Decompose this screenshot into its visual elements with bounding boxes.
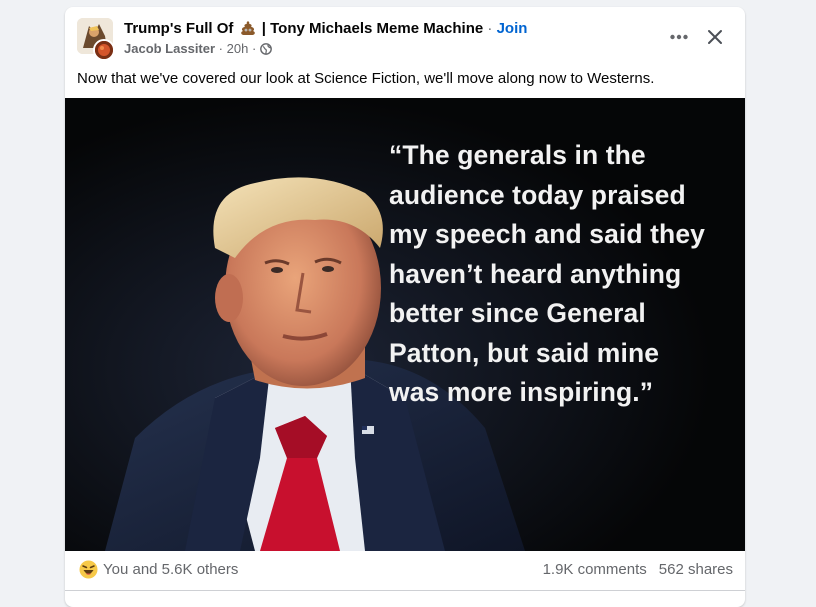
- close-button[interactable]: [701, 23, 729, 51]
- meta-separator: ·: [218, 41, 224, 56]
- post-meta: Jacob Lassiter · 20h ·: [124, 41, 272, 57]
- quote-line: Patton, but said mine: [389, 337, 660, 368]
- comments-count[interactable]: 1.9K comments: [543, 561, 647, 578]
- more-horizontal-icon: [670, 34, 688, 40]
- title-separator: ·: [487, 20, 493, 37]
- user-avatar[interactable]: [93, 39, 115, 61]
- quote-line: “The generals in the: [389, 140, 646, 170]
- quote-line: haven’t heard anything: [389, 258, 682, 289]
- post-message: Now that we've covered our look at Scien…: [77, 70, 655, 87]
- reactions-summary[interactable]: You and 5.6K others: [103, 561, 238, 578]
- group-name-link[interactable]: Trump's Full Of: [124, 20, 233, 37]
- meta-separator-2: ·: [251, 41, 257, 56]
- group-name-suffix[interactable]: | Tony Michaels Meme Machine: [262, 20, 483, 37]
- quote-line: better since General: [389, 298, 646, 328]
- post-title: Trump's Full Of | Tony Michaels Meme Mac…: [124, 20, 527, 38]
- shares-count[interactable]: 562 shares: [659, 561, 733, 578]
- avatar-group[interactable]: [77, 18, 117, 61]
- more-options-button[interactable]: [665, 23, 693, 51]
- join-button[interactable]: Join: [497, 20, 528, 37]
- quote-text: “The generals in the audience today prai…: [389, 136, 739, 413]
- quote-line: audience today praised: [389, 179, 686, 210]
- poop-emoji-icon: [240, 20, 256, 35]
- close-icon: [708, 30, 722, 44]
- author-link[interactable]: Jacob Lassiter: [124, 41, 215, 56]
- post-image[interactable]: “The generals in the audience today prai…: [65, 98, 745, 551]
- post-footer: You and 5.6K others 1.9K comments 562 sha…: [65, 551, 745, 591]
- engagement-counts: 1.9K comments 562 shares: [543, 561, 733, 578]
- feed-post: Trump's Full Of | Tony Michaels Meme Mac…: [65, 7, 745, 607]
- globe-icon: [260, 43, 272, 55]
- post-timestamp[interactable]: 20h: [227, 41, 249, 56]
- quote-line: was more inspiring.”: [389, 377, 654, 407]
- quote-line: my speech and said they: [389, 219, 706, 249]
- post-header: Trump's Full Of | Tony Michaels Meme Mac…: [65, 7, 745, 63]
- laughing-emoji-icon[interactable]: [79, 560, 98, 579]
